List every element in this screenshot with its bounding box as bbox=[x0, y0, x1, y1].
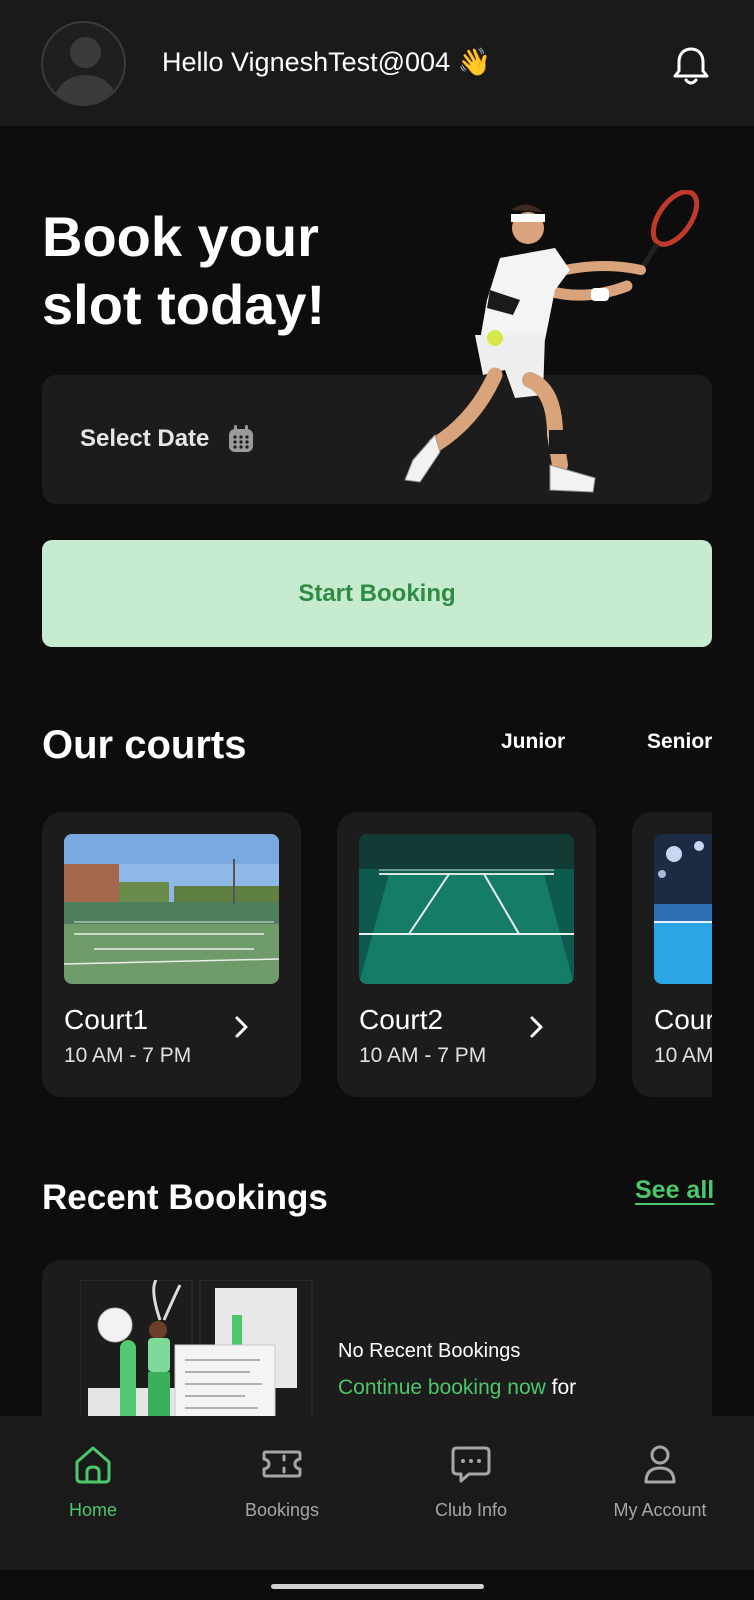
chevron-right-icon[interactable] bbox=[529, 1015, 545, 1039]
tennis-player-image bbox=[404, 190, 700, 493]
start-booking-button[interactable]: Start Booking bbox=[42, 540, 712, 647]
nav-label-home: Home bbox=[68, 1500, 117, 1520]
app-header: Hello VigneshTest@004 👋 bbox=[0, 0, 754, 126]
court-name: Court2 bbox=[359, 1004, 444, 1035]
user-avatar-icon[interactable] bbox=[41, 21, 126, 106]
court-image bbox=[64, 834, 279, 984]
court-hours: 10 AM - 7 PM bbox=[64, 1044, 192, 1067]
bell-icon[interactable] bbox=[670, 44, 712, 88]
court-hours: 10 AM - 7 PM bbox=[359, 1044, 487, 1067]
filter-tab-senior[interactable]: Senior bbox=[647, 730, 712, 754]
court-name: Court1 bbox=[64, 1004, 149, 1035]
select-date-label: Select Date bbox=[80, 425, 210, 452]
nav-item-my-account[interactable]: My Account bbox=[585, 1442, 735, 1542]
user-icon bbox=[644, 1445, 676, 1484]
recent-bookings-title: Recent Bookings bbox=[42, 1178, 328, 1217]
filter-tab-junior[interactable]: Junior bbox=[501, 730, 565, 754]
avatar-head bbox=[70, 37, 101, 68]
courts-carousel[interactable]: Court1 10 AM - 7 PM Court2 10 AM - 7 PM bbox=[42, 812, 712, 1097]
calendar-icon bbox=[229, 425, 253, 452]
ticket-icon bbox=[262, 1450, 302, 1478]
our-courts-title: Our courts bbox=[42, 723, 247, 767]
see-all-link[interactable]: See all bbox=[635, 1176, 714, 1205]
continue-booking-link[interactable]: Continue booking now bbox=[338, 1376, 546, 1399]
home-icon bbox=[75, 1446, 111, 1484]
greeting-text: Hello VigneshTest@004 👋 bbox=[162, 47, 492, 77]
nav-label-club-info: Club Info bbox=[434, 1500, 508, 1520]
court-card[interactable]: Court2 10 AM - 7 PM bbox=[337, 812, 596, 1097]
hero-title: Book your slot today! bbox=[42, 205, 326, 336]
nav-item-bookings[interactable]: Bookings bbox=[207, 1442, 357, 1542]
no-recent-bookings-text: No Recent Bookings bbox=[338, 1340, 521, 1362]
chat-icon bbox=[451, 1446, 491, 1483]
court-name: Court3 bbox=[654, 1004, 712, 1035]
nav-label-bookings: Bookings bbox=[244, 1500, 320, 1520]
court-image bbox=[359, 834, 574, 984]
court-card[interactable]: Court1 10 AM - 7 PM bbox=[42, 812, 301, 1097]
bottom-navigation: Home Bookings Club Info My Account bbox=[0, 1416, 754, 1570]
nav-label-my-account: My Account bbox=[613, 1500, 707, 1520]
court-hours: 10 AM - 7 PM bbox=[654, 1044, 712, 1067]
nav-item-club-info[interactable]: Club Info bbox=[396, 1442, 546, 1542]
nav-item-home[interactable]: Home bbox=[18, 1442, 168, 1542]
court-card[interactable]: Court3 10 AM - 7 PM bbox=[632, 812, 712, 1097]
system-gesture-bar[interactable] bbox=[271, 1584, 484, 1589]
chevron-right-icon[interactable] bbox=[234, 1015, 250, 1039]
continue-booking-suffix: for bbox=[545, 1376, 577, 1399]
continue-booking-line: Continue booking now for bbox=[338, 1376, 576, 1400]
avatar-body bbox=[55, 75, 116, 104]
court-image bbox=[654, 834, 712, 984]
